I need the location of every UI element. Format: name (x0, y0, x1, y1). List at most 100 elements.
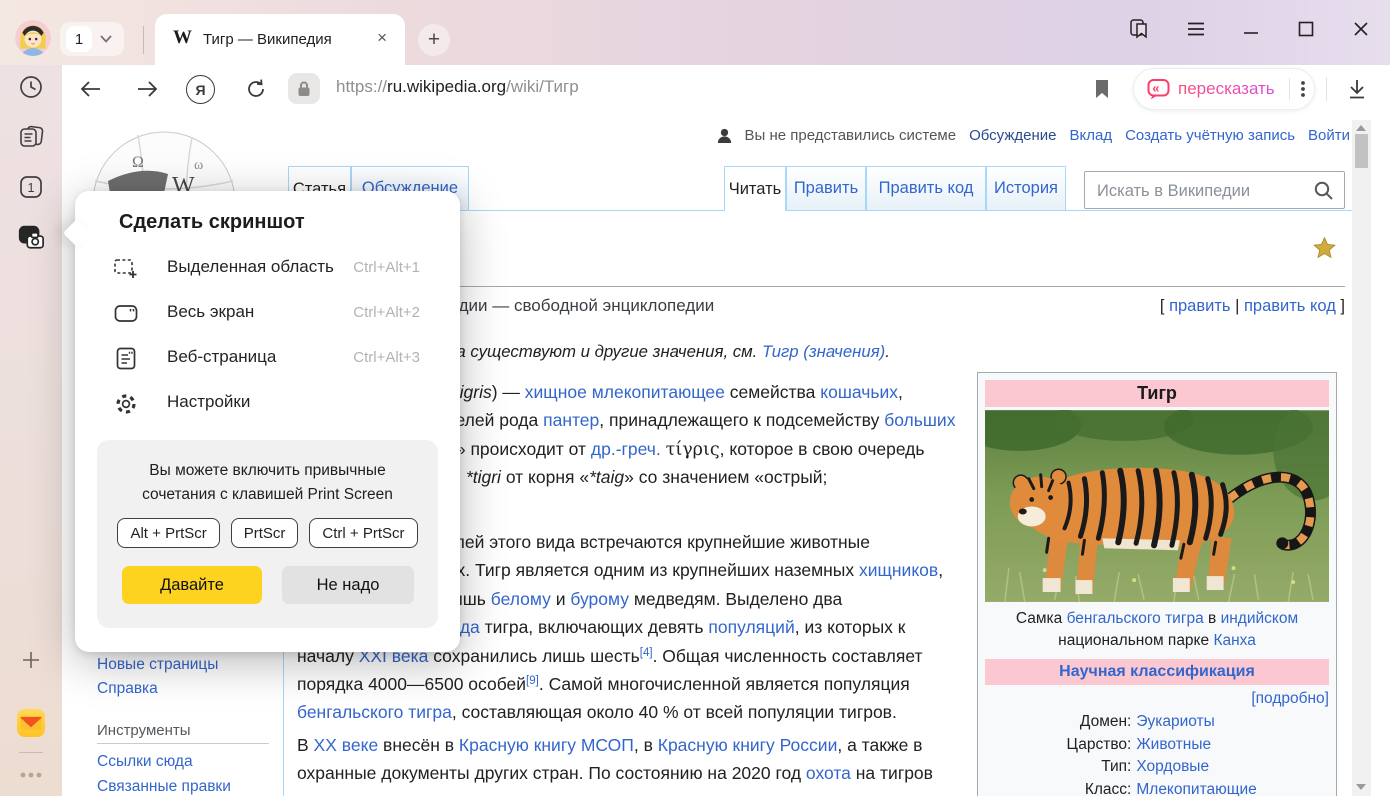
menu-icon[interactable] (1183, 17, 1209, 41)
yandex-mail-icon[interactable] (17, 709, 45, 737)
screenshot-popup: Сделать скриншот Выделенная область Ctrl… (75, 191, 460, 652)
classification-header[interactable]: Научная классификация (985, 659, 1329, 685)
wiki-link[interactable]: кошачьих (820, 382, 898, 402)
reload-button[interactable] (243, 76, 269, 102)
text-segment: , в (634, 735, 658, 755)
wiki-link[interactable]: Тигр (значения) (762, 342, 885, 361)
menu-item-web-page[interactable]: Веб-страница Ctrl+Alt+3 (75, 336, 460, 381)
menu-item-settings[interactable]: Настройки (75, 381, 460, 426)
text-segment: , а также в (837, 735, 922, 755)
tab-title: Тигр — Википедия (203, 31, 332, 48)
text-segment: , составляющая около 40 % от всей популя… (452, 702, 897, 722)
screenshot-tool-icon[interactable] (17, 223, 45, 251)
wiki-link[interactable]: править (1169, 297, 1230, 315)
sidebar-item-help[interactable]: Справка (97, 680, 158, 698)
text-segment: медведям. Выделено два (629, 589, 842, 609)
wiki-search-input[interactable] (1095, 173, 1309, 209)
maximize-icon[interactable] (1293, 17, 1319, 41)
wiki-link[interactable]: больших (884, 410, 955, 430)
wiki-link[interactable]: хищников (859, 560, 938, 580)
wiki-link[interactable]: пантер (543, 410, 599, 430)
sidebar-item-related-changes[interactable]: Связанные правки (97, 778, 231, 796)
more-options-icon[interactable] (17, 761, 45, 789)
sidebar-item-new-pages[interactable]: Новые страницы (97, 656, 218, 674)
user-avatar[interactable] (15, 20, 51, 56)
wiki-link[interactable]: охота (806, 763, 851, 783)
personal-link-login[interactable]: Войти (1308, 127, 1350, 144)
forward-button[interactable] (134, 76, 160, 102)
yandex-search-icon[interactable]: Я (186, 75, 215, 104)
titlebar-divider (143, 26, 144, 54)
personal-link-discussion[interactable]: Обсуждение (969, 127, 1056, 144)
text-segment: ) — (492, 382, 525, 402)
kebab-menu-icon[interactable] (1300, 79, 1306, 99)
tab-close-icon[interactable]: × (377, 28, 387, 48)
reference-link[interactable]: [4] (640, 647, 653, 659)
minimize-icon[interactable] (1238, 17, 1264, 41)
wiki-link[interactable]: хищное (525, 382, 587, 402)
accept-button[interactable]: Давайте (122, 566, 262, 604)
wiki-link[interactable]: индийском (1221, 610, 1299, 627)
menu-item-selected-area[interactable]: Выделенная область Ctrl+Alt+1 (75, 246, 460, 291)
svg-text:«: « (1152, 80, 1159, 95)
lock-icon[interactable] (288, 73, 320, 104)
browser-tab[interactable]: W Тигр — Википедия × (155, 14, 405, 65)
back-button[interactable] (78, 76, 104, 102)
scroll-up-arrow[interactable] (1356, 125, 1366, 131)
wiki-link[interactable]: др.-греч. (591, 439, 661, 459)
page-tab-edit[interactable]: Править (786, 166, 866, 210)
wiki-link[interactable]: млекопитающее (592, 382, 725, 402)
taxobox-title: Тигр (985, 380, 1329, 407)
wiki-search-box[interactable] (1084, 171, 1345, 209)
notes-icon[interactable] (17, 123, 45, 151)
classification-detail-link[interactable]: [подробно] (985, 690, 1329, 708)
panels-icon[interactable] (1126, 17, 1152, 41)
tiger-photo[interactable] (985, 410, 1329, 603)
retell-button[interactable]: « пересказать (1133, 68, 1315, 110)
wiki-link[interactable]: популяций (708, 617, 794, 637)
avatar-girl-icon (15, 20, 51, 56)
scrollbar-thumb[interactable] (1355, 134, 1368, 168)
taxon-value[interactable]: Млекопитающие (1136, 781, 1329, 796)
taxon-value[interactable]: Животные (1136, 736, 1329, 754)
taxon-value[interactable]: Хордовые (1136, 758, 1329, 776)
wiki-link[interactable]: бенгальского тигра (297, 702, 452, 722)
tabs-panel-icon[interactable]: 1 (17, 173, 45, 201)
wiki-link[interactable]: Красную книгу МСОП (459, 735, 634, 755)
taxon-value[interactable]: Эукариоты (1136, 713, 1329, 731)
full-screen-icon (113, 301, 139, 327)
text-segment: , которое в свою очередь (720, 439, 925, 459)
reference-link[interactable]: [9] (526, 675, 539, 687)
svg-text:Ω: Ω (132, 154, 144, 171)
wiki-link[interactable]: править код (1244, 297, 1336, 315)
featured-star-icon[interactable] (1312, 236, 1337, 261)
close-icon[interactable] (1348, 17, 1374, 41)
bookmark-icon[interactable] (1090, 76, 1114, 102)
sidebar-item-what-links-here[interactable]: Ссылки сюда (97, 753, 193, 771)
scroll-down-arrow[interactable] (1356, 784, 1366, 790)
page-tab-history[interactable]: История (986, 166, 1066, 210)
search-icon[interactable] (1313, 180, 1335, 202)
page-tab-edit-source[interactable]: Править код (866, 166, 986, 210)
page-tab-read[interactable]: Читать (724, 166, 786, 211)
wiki-link[interactable]: Красную книгу России (658, 735, 838, 755)
text-segment: тигра, включающих девять (480, 617, 709, 637)
page-scrollbar[interactable] (1352, 120, 1371, 796)
add-panel-icon[interactable] (17, 646, 45, 674)
wiki-link[interactable]: белому (491, 589, 551, 609)
menu-item-full-screen[interactable]: Весь экран Ctrl+Alt+2 (75, 291, 460, 336)
address-bar[interactable]: https://ru.wikipedia.org/wiki/Тигр (336, 77, 579, 97)
personal-link-create-account[interactable]: Создать учётную запись (1125, 127, 1295, 144)
tab-counter[interactable]: 1 (60, 22, 124, 56)
text-segment: . Общая численность составляет (653, 646, 923, 666)
wiki-link[interactable]: бенгальского тигра (1067, 610, 1204, 627)
download-icon[interactable] (1342, 74, 1372, 104)
decline-button[interactable]: Не надо (282, 566, 414, 604)
personal-link-contributions[interactable]: Вклад (1069, 127, 1112, 144)
text-segment: и (551, 589, 571, 609)
history-clock-icon[interactable] (17, 73, 45, 101)
wiki-link[interactable]: XX веке (314, 735, 379, 755)
new-tab-button[interactable]: + (418, 24, 450, 56)
wiki-link[interactable]: Канха (1213, 632, 1255, 649)
wiki-link[interactable]: бурому (570, 589, 629, 609)
